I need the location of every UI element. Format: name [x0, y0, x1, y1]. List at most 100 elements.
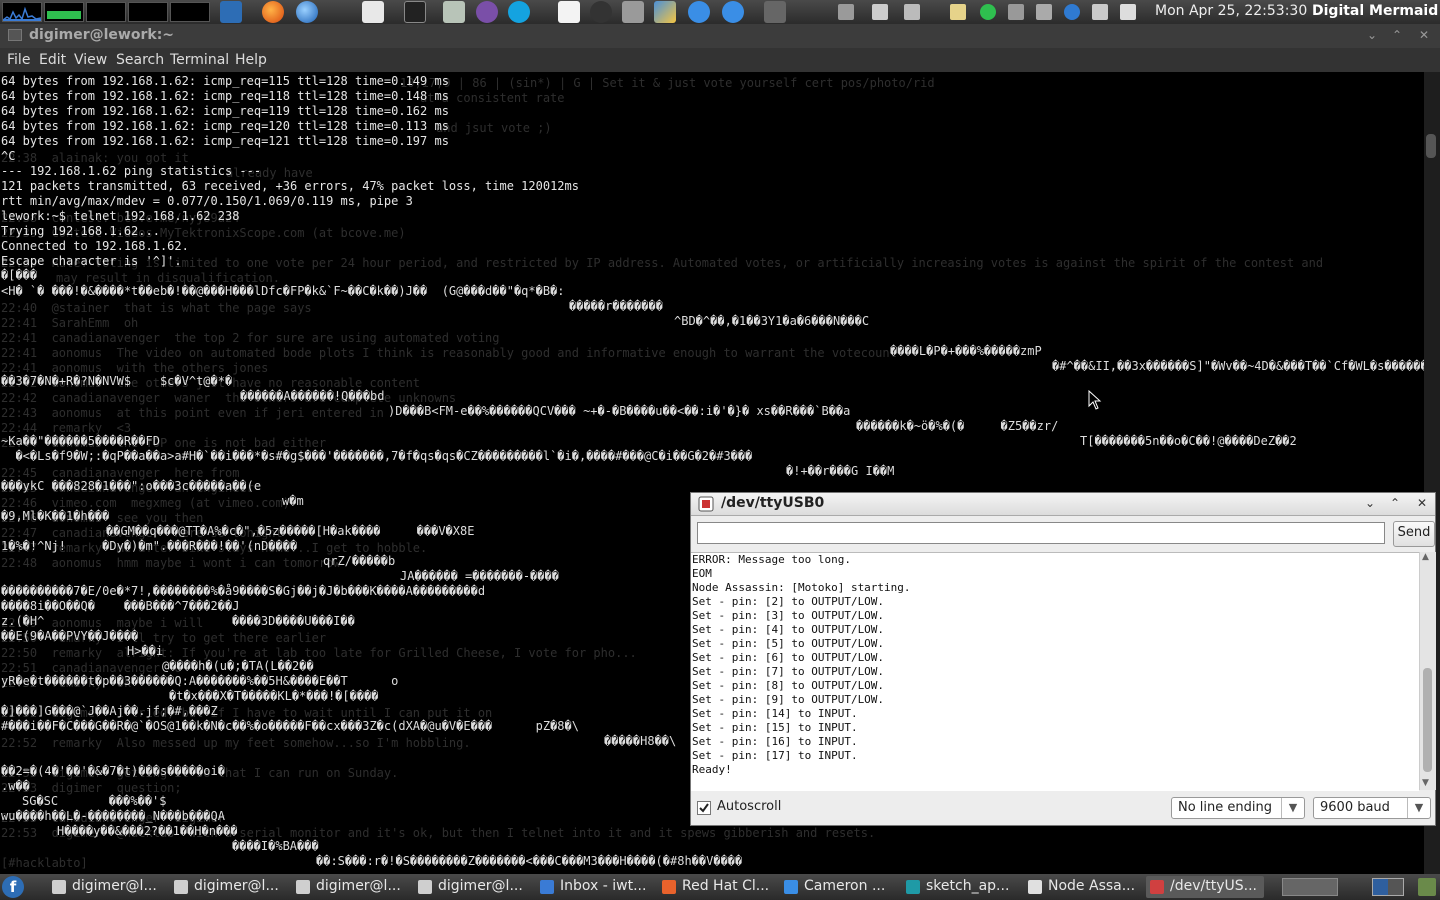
terminal-window-title: digimer@lework:~	[29, 27, 175, 43]
task-button[interactable]: Red Hat Cl...	[658, 876, 776, 898]
garbage-line: <H� `� ���!�&����*t��eb�!��@���H���lDfc�…	[1, 284, 565, 298]
serial-output-area[interactable]: ERROR: Message too long. EOM Node Assass…	[691, 552, 1419, 791]
maximize-icon[interactable]: ⌃	[1388, 496, 1402, 510]
document-launcher-icon[interactable]	[558, 1, 580, 23]
status-tray-icon[interactable]	[980, 4, 996, 20]
notes-tray-icon[interactable]	[950, 4, 966, 20]
task-button[interactable]: digimer@l...	[48, 876, 166, 898]
serial-monitor-titlebar[interactable]: /dev/ttyUSB0 ⌄ ⌃ ✕	[691, 493, 1435, 516]
workspace-tray-icon[interactable]	[904, 4, 920, 20]
garbage-line: ��3�7�N�+R�?N�NVW$ $c�V^t@�*�	[1, 374, 233, 388]
image-viewer-launcher-icon[interactable]	[654, 1, 676, 23]
user-tray-icon[interactable]	[838, 4, 854, 20]
garbage-line: H����y��&���2?��1��H�n���	[57, 824, 238, 838]
garbage-line: ����L�P�+���%�����zmP	[890, 344, 1042, 358]
task-button-active[interactable]: /dev/ttyUS...	[1146, 876, 1264, 898]
panel-clock[interactable]: Mon Apr 25, 22:53:30	[1155, 3, 1307, 19]
scroll-up-icon[interactable]: ▲	[1422, 552, 1429, 562]
arduino-serial-icon	[1150, 880, 1164, 894]
serial-output-scrollbar[interactable]: ▲ ▼	[1419, 552, 1436, 790]
inkscape-launcher-icon[interactable]	[590, 1, 612, 23]
menu-search[interactable]: Search	[116, 52, 164, 68]
ghost-line: 22:41 SarahEmm oh	[1, 316, 139, 330]
firefox-launcher-icon[interactable]	[262, 1, 284, 23]
battery-tray-icon[interactable]	[1092, 4, 1108, 20]
terminal-scrollbar-thumb[interactable]	[1426, 134, 1436, 158]
tray-applet-icon[interactable]	[1282, 878, 1338, 896]
task-button[interactable]: Cameron ...	[780, 876, 898, 898]
network-tray-icon[interactable]	[1008, 4, 1024, 20]
scroll-down-icon[interactable]: ▼	[1422, 778, 1429, 788]
chevron-down-icon[interactable]: ▼	[1281, 798, 1304, 818]
menu-terminal[interactable]: Terminal	[170, 52, 229, 68]
baud-rate-select[interactable]: 9600 baud ▼	[1313, 797, 1431, 819]
task-button[interactable]: sketch_ap...	[902, 876, 1020, 898]
updates-tray-icon[interactable]	[1120, 4, 1136, 20]
garbage-line: �#^��&II,��3x������S]"�Wv��~4D�&���T��`C…	[1052, 359, 1424, 373]
serial-monitor-title: /dev/ttyUSB0	[721, 495, 825, 511]
show-desktop-icon[interactable]	[220, 1, 242, 23]
bluetooth-tray-icon[interactable]	[1064, 4, 1080, 20]
serial-line: Set - pin: [15] to INPUT.	[692, 721, 858, 734]
text-editor-launcher-icon[interactable]	[362, 1, 384, 23]
terminal-line: 64 bytes from 192.168.1.62: icmp_req=121…	[1, 134, 449, 148]
terminal-line: 64 bytes from 192.168.1.62: icmp_req=115…	[1, 74, 449, 88]
chevron-down-icon[interactable]: ▼	[1407, 798, 1430, 818]
memory-monitor-graph	[44, 2, 84, 22]
maximize-icon[interactable]: ⌃	[1390, 28, 1404, 42]
checkbox-checked-icon[interactable]	[697, 801, 711, 815]
skype-launcher-icon[interactable]	[508, 1, 530, 23]
terminal-line: 64 bytes from 192.168.1.62: icmp_req=119…	[1, 104, 449, 118]
serial-line: Set - pin: [5] to OUTPUT/LOW.	[692, 637, 885, 650]
menu-help[interactable]: Help	[235, 52, 267, 68]
serial-line: Set - pin: [16] to INPUT.	[692, 735, 858, 748]
serial-line: Set - pin: [9] to OUTPUT/LOW.	[692, 693, 885, 706]
garbage-line: ����8i��O��Q� ���B���^7���2��J	[1, 599, 240, 613]
network-launcher-icon[interactable]	[722, 1, 744, 23]
terminal-line: Escape character is '^]'.	[1, 254, 182, 268]
task-button[interactable]: digimer@l...	[292, 876, 410, 898]
pidgin-launcher-icon[interactable]	[476, 1, 498, 23]
task-button[interactable]: Inbox - iwt...	[536, 876, 654, 898]
close-icon[interactable]: ✕	[1415, 496, 1429, 510]
volume-tray-icon[interactable]	[1036, 4, 1052, 20]
serial-send-input[interactable]	[697, 522, 1385, 544]
chat-launcher-icon[interactable]	[688, 1, 710, 23]
task-button[interactable]: digimer@l...	[414, 876, 532, 898]
serial-line: Set - pin: [17] to INPUT.	[692, 749, 858, 762]
thunderbird-launcher-icon[interactable]	[296, 1, 318, 23]
task-button[interactable]: digimer@l...	[170, 876, 288, 898]
calculator-launcher-icon[interactable]	[443, 1, 465, 23]
close-icon[interactable]: ✕	[1417, 28, 1431, 42]
terminal-launcher-icon[interactable]	[404, 1, 426, 23]
terminal-titlebar[interactable]: digimer@lework:~ ⌄ ⌃ ✕	[0, 24, 1440, 48]
send-button[interactable]: Send	[1393, 521, 1435, 547]
computer-launcher-icon[interactable]	[764, 1, 786, 23]
minimize-icon[interactable]: ⌄	[1365, 28, 1379, 42]
mouse-cursor-icon	[1088, 390, 1102, 410]
task-button[interactable]: Node Assa...	[1024, 876, 1142, 898]
garbage-line: ����3D����U���I��	[232, 614, 355, 628]
serial-line: Ready!	[692, 763, 732, 776]
minimize-icon[interactable]: ⌄	[1363, 496, 1377, 510]
garbage-line: ~Ka��"������5����R��FD	[1, 434, 160, 448]
serial-scrollbar-thumb[interactable]	[1423, 668, 1432, 772]
garbage-line: �����H8��\	[604, 734, 677, 748]
workspace-switcher-icon[interactable]	[1372, 878, 1404, 896]
clipboard-tray-icon[interactable]	[872, 4, 888, 20]
trash-icon[interactable]	[1418, 878, 1436, 896]
task-label: Red Hat Cl...	[682, 878, 770, 894]
top-panel: Mon Apr 25, 22:53:30 Digital Mermaid	[0, 0, 1440, 24]
line-ending-select[interactable]: No line ending ▼	[1171, 797, 1305, 819]
gimp-launcher-icon[interactable]	[622, 1, 644, 23]
terminal-line: 64 bytes from 192.168.1.62: icmp_req=120…	[1, 119, 449, 133]
fedora-menu-icon[interactable]: f	[2, 876, 24, 898]
menu-edit[interactable]: Edit	[39, 52, 66, 68]
garbage-line: �!+��r���G I��M	[786, 464, 895, 478]
serial-line: Set - pin: [14] to INPUT.	[692, 707, 858, 720]
menu-file[interactable]: File	[7, 52, 30, 68]
menu-view[interactable]: View	[74, 52, 107, 68]
task-label: /dev/ttyUS...	[1170, 878, 1257, 894]
terminal-window-icon	[8, 29, 22, 41]
terminal-icon	[52, 880, 66, 894]
